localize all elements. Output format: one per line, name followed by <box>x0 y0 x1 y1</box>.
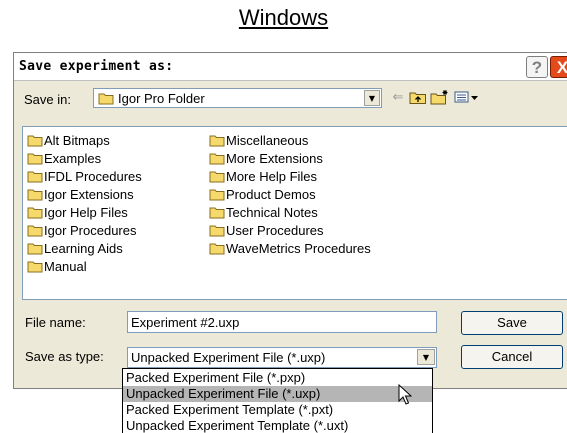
dropdown-option[interactable]: Unpacked Experiment Template (*.uxt) <box>123 418 432 433</box>
folder-icon <box>209 207 225 219</box>
save-in-label: Save in: <box>24 92 71 107</box>
list-item[interactable]: Igor Help Files <box>27 204 128 222</box>
dialog-titlebar[interactable]: Save experiment as: ? X <box>14 53 567 81</box>
list-item-label: Examples <box>44 151 102 166</box>
list-item-label: IFDL Procedures <box>44 169 142 184</box>
list-item[interactable]: Manual <box>27 258 87 276</box>
save-in-combobox[interactable]: Igor Pro Folder ▼ <box>93 88 382 108</box>
up-folder-icon[interactable] <box>409 89 427 107</box>
list-item[interactable]: IFDL Procedures <box>27 168 142 186</box>
list-item-label: More Help Files <box>226 169 318 184</box>
file-name-input[interactable]: Experiment #2.uxp <box>127 311 437 333</box>
list-item-label: WaveMetrics Procedures <box>226 241 371 256</box>
list-item[interactable]: Igor Procedures <box>27 222 137 240</box>
list-item-label: Product Demos <box>226 187 316 202</box>
folder-icon <box>27 243 43 255</box>
save-button[interactable]: Save <box>461 311 563 335</box>
list-item[interactable]: Miscellaneous <box>209 132 308 150</box>
folder-icon <box>27 225 43 237</box>
list-item-label: More Extensions <box>226 151 323 166</box>
dialog-title: Save experiment as: <box>19 59 174 74</box>
save-as-type-dropdown[interactable]: Packed Experiment File (*.pxp) Unpacked E… <box>122 368 433 433</box>
list-item[interactable]: Examples <box>27 150 101 168</box>
list-item-label: Manual <box>44 259 87 274</box>
help-button[interactable]: ? <box>526 56 548 78</box>
list-item-label: Igor Help Files <box>44 205 128 220</box>
list-item[interactable]: Product Demos <box>209 186 316 204</box>
list-item[interactable]: Alt Bitmaps <box>27 132 110 150</box>
list-item[interactable]: User Procedures <box>209 222 324 240</box>
folder-icon <box>98 93 114 105</box>
list-item[interactable]: Learning Aids <box>27 240 123 258</box>
save-in-value: Igor Pro Folder <box>118 91 205 106</box>
back-arrow-icon[interactable]: ⇐ <box>391 89 405 107</box>
file-name-label: File name: <box>25 315 86 330</box>
file-list[interactable]: Alt Bitmaps Examples IFDL Procedures Igor E… <box>22 126 567 300</box>
folder-icon <box>209 225 225 237</box>
dropdown-option[interactable]: Packed Experiment Template (*.pxt) <box>123 402 432 418</box>
list-item[interactable]: More Extensions <box>209 150 323 168</box>
list-item-label: Learning Aids <box>44 241 123 256</box>
dropdown-option[interactable]: Unpacked Experiment File (*.uxp) <box>123 386 432 402</box>
list-item-label: Alt Bitmaps <box>44 133 110 148</box>
list-item-label: Igor Procedures <box>44 223 137 238</box>
list-item[interactable]: Igor Extensions <box>27 186 134 204</box>
folder-icon <box>27 135 43 147</box>
views-menu-icon[interactable] <box>454 89 480 107</box>
folder-icon <box>209 171 225 183</box>
folder-icon <box>209 153 225 165</box>
folder-icon <box>27 261 43 273</box>
save-dialog: Save experiment as: ? X Save in: Igor Pr… <box>13 52 567 389</box>
folder-icon <box>27 171 43 183</box>
chevron-down-icon[interactable]: ▼ <box>417 349 435 365</box>
list-item-label: Miscellaneous <box>226 133 309 148</box>
list-item-label: User Procedures <box>226 223 324 238</box>
save-as-type-label: Save as type: <box>25 349 104 364</box>
folder-icon <box>27 207 43 219</box>
cancel-button[interactable]: Cancel <box>461 345 563 369</box>
folder-icon <box>27 189 43 201</box>
save-as-type-value: Unpacked Experiment File (*.uxp) <box>131 350 326 365</box>
list-item[interactable]: Technical Notes <box>209 204 318 222</box>
list-item[interactable]: WaveMetrics Procedures <box>209 240 371 258</box>
page-heading: Windows <box>238 5 329 30</box>
save-as-type-select[interactable]: Unpacked Experiment File (*.uxp) ▼ <box>127 347 437 368</box>
chevron-down-icon[interactable]: ▼ <box>364 90 380 106</box>
new-folder-icon[interactable] <box>430 89 450 107</box>
folder-icon <box>209 135 225 147</box>
folder-icon <box>209 243 225 255</box>
list-item-label: Igor Extensions <box>44 187 134 202</box>
list-item[interactable]: More Help Files <box>209 168 317 186</box>
dropdown-option[interactable]: Packed Experiment File (*.pxp) <box>123 370 432 386</box>
mouse-pointer-icon <box>398 384 412 405</box>
folder-icon <box>27 153 43 165</box>
close-button[interactable]: X <box>550 56 567 78</box>
list-item-label: Technical Notes <box>226 205 318 220</box>
folder-icon <box>209 189 225 201</box>
